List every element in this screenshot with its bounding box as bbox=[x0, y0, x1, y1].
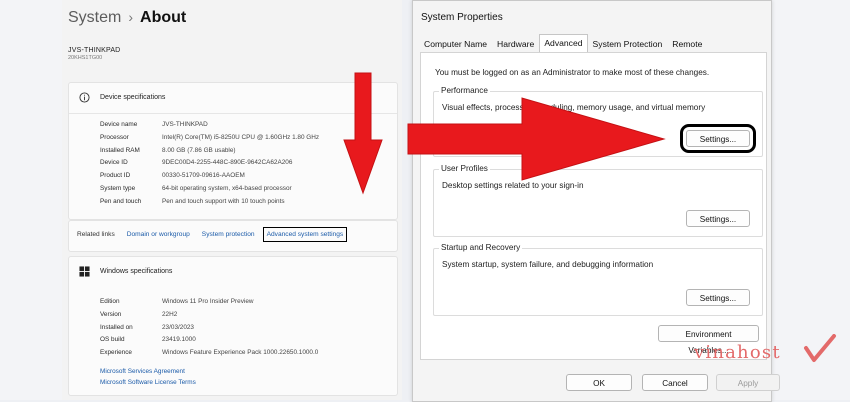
dialog-title: System Properties bbox=[421, 12, 503, 23]
tab-computer-name[interactable]: Computer Name bbox=[419, 36, 492, 52]
spec-row: Device name JVS-THINKPAD bbox=[100, 119, 319, 132]
left-margin bbox=[0, 0, 62, 400]
spec-label: Installed RAM bbox=[100, 146, 140, 154]
performance-description: Visual effects, processor scheduling, me… bbox=[442, 103, 706, 112]
spec-label: Installed on bbox=[100, 323, 133, 331]
services-agreement-link[interactable]: Microsoft Services Agreement bbox=[100, 366, 196, 377]
cancel-button[interactable]: Cancel bbox=[642, 374, 708, 391]
spec-label: Experience bbox=[100, 349, 132, 357]
spec-label: Device ID bbox=[100, 159, 128, 167]
spec-label: System type bbox=[100, 184, 136, 192]
spec-value: 23/03/2023 bbox=[162, 323, 194, 331]
spec-label: Device name bbox=[100, 121, 138, 128]
related-links-row: Related links Domain or workgroup System… bbox=[77, 227, 348, 242]
system-protection-link[interactable]: System protection bbox=[202, 231, 255, 238]
spec-row: Version 22H2 bbox=[100, 309, 318, 322]
dialog-tabs: Computer Name Hardware Advanced System P… bbox=[419, 34, 707, 52]
spec-value: JVS-THINKPAD bbox=[162, 121, 208, 128]
spec-value: 8.00 GB (7.86 GB usable) bbox=[162, 146, 236, 154]
windows-specifications-title: Windows specifications bbox=[100, 268, 173, 275]
tab-system-protection[interactable]: System Protection bbox=[588, 36, 668, 52]
advanced-system-settings-link[interactable]: Advanced system settings bbox=[262, 227, 348, 242]
spec-label: Pen and touch bbox=[100, 197, 142, 205]
user-profiles-description: Desktop settings related to your sign-in bbox=[442, 181, 584, 190]
domain-or-workgroup-link[interactable]: Domain or workgroup bbox=[127, 231, 190, 238]
spec-value: 22H2 bbox=[162, 310, 178, 318]
user-profiles-group: User Profiles Desktop settings related t… bbox=[433, 164, 763, 237]
spec-row: Device ID 9DEC00D4-2255-448C-890E-9642CA6… bbox=[100, 157, 319, 170]
windows-spec-list: Edition Windows 11 Pro Insider Preview Ve… bbox=[100, 296, 318, 360]
ok-button[interactable]: OK bbox=[566, 374, 632, 391]
apply-button: Apply bbox=[716, 374, 780, 391]
spec-row: Experience Windows Feature Experience Pac… bbox=[100, 347, 318, 360]
performance-group: Performance Visual effects, processor sc… bbox=[433, 86, 763, 157]
spec-label: Edition bbox=[100, 298, 120, 305]
spec-value: 23419.1000 bbox=[162, 336, 196, 344]
vinahost-watermark: vinahost bbox=[694, 342, 781, 363]
advanced-tab-panel: You must be logged on as an Administrato… bbox=[420, 52, 767, 360]
breadcrumb-separator: › bbox=[128, 9, 134, 25]
spec-label: OS build bbox=[100, 336, 125, 344]
spec-row: Installed on 23/03/2023 bbox=[100, 322, 318, 335]
device-spec-list: Device name JVS-THINKPAD Processor Intel(R… bbox=[100, 119, 319, 209]
spec-value: 9DEC00D4-2255-448C-890E-9642CA62A206 bbox=[162, 159, 293, 167]
spec-row: OS build 23419.1000 bbox=[100, 334, 318, 347]
device-model: 20KHS1TG00 bbox=[68, 55, 103, 61]
spec-value: Windows Feature Experience Pack 1000.226… bbox=[162, 349, 319, 357]
spec-value: 64-bit operating system, x64-based proce… bbox=[162, 184, 292, 192]
startup-recovery-group: Startup and Recovery System startup, sys… bbox=[433, 243, 763, 316]
performance-settings-button[interactable]: Settings... bbox=[680, 124, 756, 153]
windows-legal-links: Microsoft Services Agreement Microsoft S… bbox=[100, 366, 196, 388]
spec-label: Processor bbox=[100, 133, 129, 141]
admin-note: You must be logged on as an Administrato… bbox=[435, 68, 710, 77]
related-links-label: Related links bbox=[77, 231, 115, 238]
spec-value: Windows 11 Pro Insider Preview bbox=[162, 298, 254, 305]
user-profiles-settings-button[interactable]: Settings... bbox=[686, 210, 750, 227]
spec-row: Processor Intel(R) Core(TM) i5-8250U CPU … bbox=[100, 132, 319, 145]
spec-label: Product ID bbox=[100, 172, 131, 180]
startup-recovery-label: Startup and Recovery bbox=[439, 243, 523, 252]
spec-label: Version bbox=[100, 310, 122, 318]
spec-row: Installed RAM 8.00 GB (7.86 GB usable) bbox=[100, 145, 319, 158]
divider bbox=[69, 113, 397, 114]
spec-value: 00330-51709-09616-AAOEM bbox=[162, 172, 245, 180]
device-header: JVS-THINKPAD 20KHS1TG00 bbox=[68, 47, 120, 61]
windows-logo-icon bbox=[79, 266, 90, 277]
environment-variables-button[interactable]: Environment Variables... bbox=[658, 325, 759, 355]
device-specifications-card: Device specifications Device name JVS-THI… bbox=[68, 82, 398, 220]
tab-remote[interactable]: Remote bbox=[667, 36, 707, 52]
user-profiles-label: User Profiles bbox=[439, 164, 490, 173]
breadcrumb: System › About bbox=[68, 9, 186, 27]
license-terms-link[interactable]: Microsoft Software License Terms bbox=[100, 377, 196, 388]
info-icon bbox=[79, 92, 90, 103]
page-title: About bbox=[140, 9, 187, 26]
device-name-heading: JVS-THINKPAD bbox=[68, 47, 121, 54]
windows-specifications-card: Windows specifications Edition Windows 11… bbox=[68, 256, 398, 396]
startup-recovery-description: System startup, system failure, and debu… bbox=[442, 260, 654, 269]
spec-value: Intel(R) Core(TM) i5-8250U CPU @ 1.60GHz… bbox=[162, 133, 320, 141]
brand-check-icon bbox=[804, 334, 836, 362]
tab-hardware[interactable]: Hardware bbox=[492, 36, 539, 52]
tab-advanced[interactable]: Advanced bbox=[539, 34, 588, 52]
device-specifications-title: Device specifications bbox=[100, 94, 166, 101]
spec-row: Pen and touch Pen and touch support with … bbox=[100, 196, 319, 209]
spec-value: Pen and touch support with 10 touch poin… bbox=[162, 197, 285, 205]
spec-row: Edition Windows 11 Pro Insider Preview bbox=[100, 296, 318, 309]
breadcrumb-system[interactable]: System bbox=[68, 9, 121, 26]
related-links-card: Related links Domain or workgroup System… bbox=[68, 220, 398, 252]
startup-recovery-settings-button[interactable]: Settings... bbox=[686, 289, 750, 306]
settings-about-panel: System › About JVS-THINKPAD 20KHS1TG00 Dev… bbox=[62, 0, 402, 400]
spec-row: System type 64-bit operating system, x64-… bbox=[100, 183, 319, 196]
performance-label: Performance bbox=[439, 86, 490, 95]
spec-row: Product ID 00330-51709-09616-AAOEM bbox=[100, 170, 319, 183]
